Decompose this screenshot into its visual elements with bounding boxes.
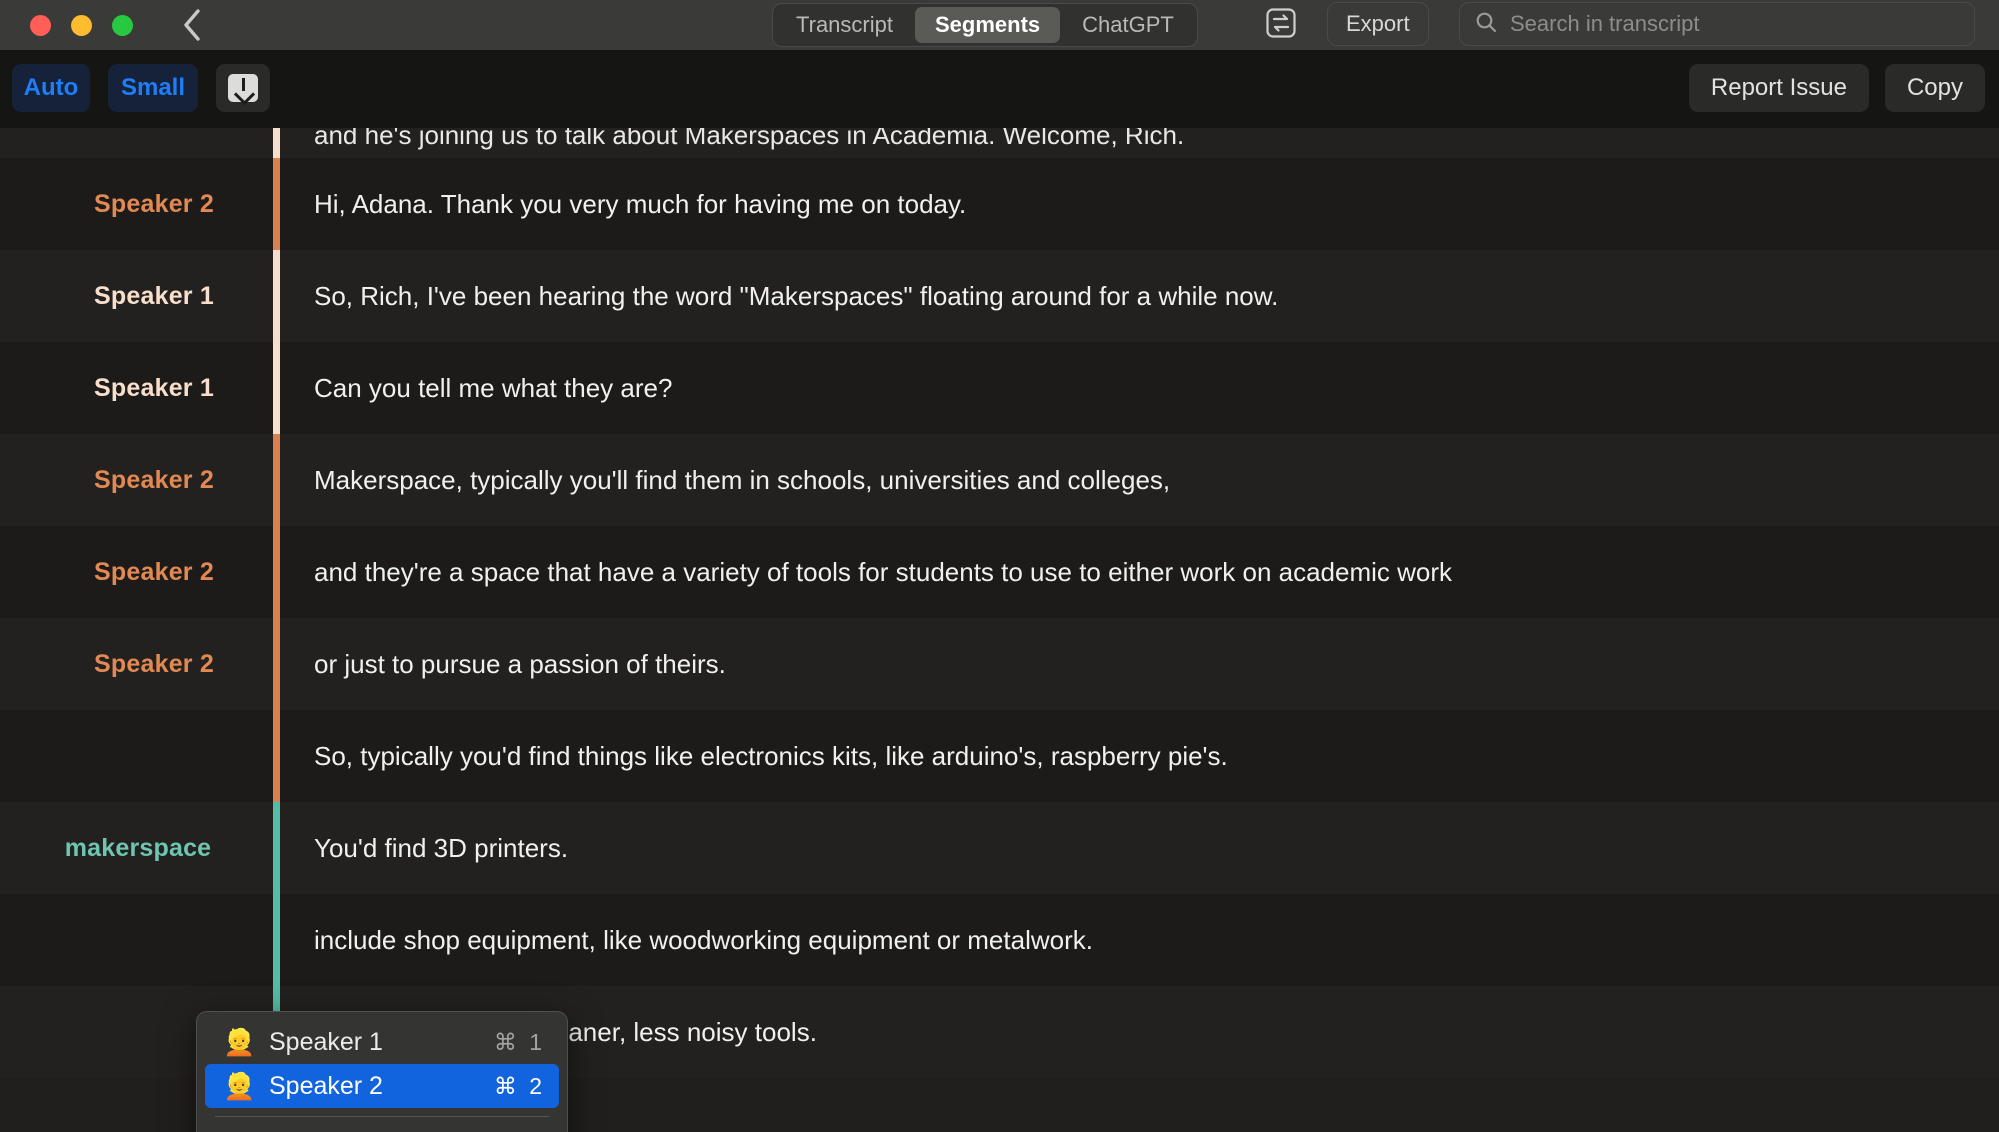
speaker-label[interactable]: Speaker 1 <box>0 282 276 311</box>
download-button[interactable] <box>216 64 270 112</box>
speaker-color-bar <box>273 526 280 618</box>
tab-segments[interactable]: Segments <box>914 7 1061 43</box>
speaker-label[interactable]: Speaker 2 <box>0 466 276 495</box>
auto-size-button[interactable]: Auto <box>12 64 90 112</box>
table-row[interactable]: Speaker 2 or just to pursue a passion of … <box>0 618 1999 710</box>
speaker-color-bar <box>273 434 280 526</box>
swap-arrows-icon <box>1264 6 1298 45</box>
small-size-button[interactable]: Small <box>108 64 198 112</box>
copy-button[interactable]: Copy <box>1884 64 1985 112</box>
search-input[interactable]: Search in transcript <box>1459 2 1975 46</box>
menu-item-label: Speaker 1 <box>269 1027 383 1056</box>
menu-item-label: Speaker 2 <box>269 1071 383 1100</box>
search-placeholder: Search in transcript <box>1510 11 1700 36</box>
table-row[interactable]: Speaker 1 So, Rich, I've been hearing the… <box>0 250 1999 342</box>
utterance-text[interactable]: and he's joining us to talk about Makers… <box>276 128 1184 148</box>
utterance-text[interactable]: So, Rich, I've been hearing the word "Ma… <box>276 281 1278 312</box>
transcript-segment-list[interactable]: and he's joining us to talk about Makers… <box>0 128 1999 1132</box>
menu-item-remove-speaker[interactable]: 🚫Remove Speaker <box>205 1125 559 1132</box>
table-row[interactable]: Speaker 1 Can you tell me what they are? <box>0 342 1999 434</box>
swap-speakers-button[interactable] <box>1262 6 1300 44</box>
back-button[interactable] <box>175 8 209 42</box>
table-row[interactable]: include shop equipment, like woodworking… <box>0 894 1999 986</box>
utterance-text[interactable]: Makerspace, typically you'll find them i… <box>276 465 1170 496</box>
person-icon: 👱 <box>223 1027 256 1057</box>
utterance-text[interactable]: or just to pursue a passion of theirs. <box>276 649 726 680</box>
table-row[interactable]: So, typically you'd find things like ele… <box>0 710 1999 802</box>
menu-separator <box>215 1116 549 1117</box>
table-row[interactable]: Speaker 2 Makerspace, typically you'll fi… <box>0 434 1999 526</box>
menu-item-shortcut: ⌘ 2 <box>493 1072 545 1099</box>
speaker-color-bar <box>273 128 280 158</box>
utterance-text[interactable]: You'd find 3D printers. <box>276 833 568 864</box>
tab-chatgpt[interactable]: ChatGPT <box>1062 7 1194 43</box>
report-issue-button[interactable]: Report Issue <box>1688 64 1869 112</box>
speaker-color-bar <box>273 250 280 342</box>
menu-item-speaker-1[interactable]: 👱 Speaker 1 ⌘ 1 <box>205 1020 559 1064</box>
export-button[interactable]: Export <box>1327 2 1429 46</box>
utterance-text[interactable]: So, typically you'd find things like ele… <box>276 741 1228 772</box>
table-row[interactable]: makerspace You'd find 3D printers. <box>0 802 1999 894</box>
speaker-color-bar <box>273 618 280 710</box>
speaker-label[interactable]: Speaker 1 <box>0 374 276 403</box>
tab-transcript[interactable]: Transcript <box>776 7 913 43</box>
minimize-window-button[interactable] <box>71 14 92 36</box>
menu-item-shortcut: ⌘ 1 <box>493 1028 545 1055</box>
speaker-label[interactable]: Speaker 2 <box>0 558 276 587</box>
chevron-left-icon <box>181 8 203 42</box>
speaker-label[interactable]: Speaker 2 <box>0 650 276 679</box>
table-row[interactable]: and he's joining us to talk about Makers… <box>0 128 1999 158</box>
close-window-button[interactable] <box>30 14 51 36</box>
speaker-color-bar <box>273 158 280 250</box>
window-titlebar: Transcript Segments ChatGPT Export Searc… <box>0 0 1999 50</box>
table-row[interactable]: Speaker 2 Hi, Adana. Thank you very much … <box>0 158 1999 250</box>
speaker-label[interactable]: makerspace <box>0 834 276 863</box>
search-icon <box>1474 10 1498 39</box>
utterance-text[interactable]: Can you tell me what they are? <box>276 373 672 404</box>
download-icon <box>228 74 258 102</box>
view-mode-segmented-control[interactable]: Transcript Segments ChatGPT <box>772 3 1198 47</box>
speaker-color-bar <box>273 342 280 434</box>
utterance-text[interactable]: and they're a space that have a variety … <box>276 557 1452 588</box>
utterance-text[interactable]: Hi, Adana. Thank you very much for havin… <box>276 189 966 220</box>
toolbar-right-actions: Report Issue Copy <box>1688 64 1985 112</box>
speaker-color-bar <box>273 710 280 802</box>
zoom-window-button[interactable] <box>112 14 133 36</box>
speaker-context-menu[interactable]: 👱 Speaker 1 ⌘ 1 👱 Speaker 2 ⌘ 2 🚫Remove Speake… <box>196 1011 568 1132</box>
menu-item-speaker-2[interactable]: 👱 Speaker 2 ⌘ 2 <box>205 1064 559 1108</box>
secondary-toolbar: Auto Small Report Issue Copy <box>0 50 1999 128</box>
speaker-color-bar <box>273 894 280 986</box>
export-button-label: Export <box>1346 11 1410 36</box>
traffic-lights <box>30 14 133 36</box>
speaker-color-bar <box>273 802 280 894</box>
speaker-label[interactable]: Speaker 2 <box>0 190 276 219</box>
table-row[interactable]: Speaker 2 and they're a space that have a… <box>0 526 1999 618</box>
utterance-text[interactable]: include shop equipment, like woodworking… <box>276 925 1093 956</box>
person-icon: 👱 <box>223 1071 256 1101</box>
